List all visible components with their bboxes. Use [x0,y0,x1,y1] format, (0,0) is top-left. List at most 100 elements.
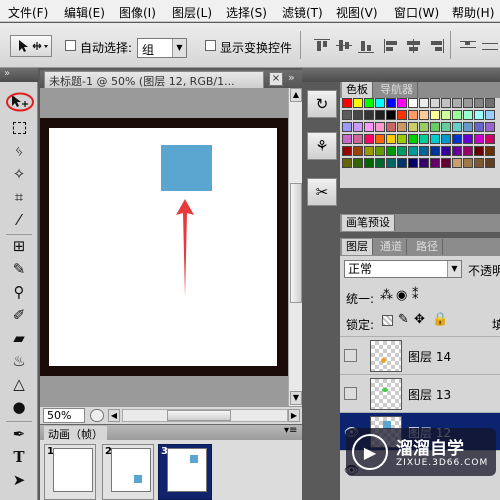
color-swatch[interactable] [397,158,407,168]
color-swatch[interactable] [353,122,363,132]
color-swatch[interactable] [452,158,462,168]
color-swatch[interactable] [408,158,418,168]
color-swatch[interactable] [397,122,407,132]
color-swatch[interactable] [386,146,396,156]
color-swatch[interactable] [342,146,352,156]
color-swatch[interactable] [474,122,484,132]
color-swatch[interactable] [452,122,462,132]
blur-tool[interactable]: △ [8,374,30,394]
tab-navigator[interactable]: 导航器 [376,82,418,98]
color-swatch[interactable] [430,146,440,156]
status-menu-icon[interactable] [90,409,104,422]
color-swatch[interactable] [463,122,473,132]
tab-layers[interactable]: 图层 [342,239,373,255]
align-right-icon[interactable] [428,39,444,53]
menu-file[interactable]: 文件(F) [8,4,48,21]
panel-menu-icon[interactable]: ▾≡ [284,425,297,436]
lock-brush-icon[interactable]: ✎ [398,312,409,327]
color-swatch[interactable] [474,158,484,168]
type-tool[interactable]: T [8,447,30,467]
tool-preset-picker[interactable] [10,35,52,57]
collapse-icon[interactable]: » [4,68,10,79]
close-icon[interactable]: × [269,72,283,86]
visibility-toggle[interactable] [344,387,357,400]
brush-tool[interactable]: ✎ [8,259,30,279]
align-bottom-icon[interactable] [358,39,374,53]
color-swatch[interactable] [452,98,462,108]
color-swatch[interactable] [342,110,352,120]
scroll-left-icon[interactable]: ◀ [108,409,120,422]
crop-tool[interactable]: ⌗ [8,187,30,207]
color-swatch[interactable] [430,122,440,132]
color-swatch[interactable] [485,98,495,108]
menu-image[interactable]: 图像(I) [119,4,156,21]
actions-panel-button[interactable]: ⚘ [307,132,337,160]
history-panel-button[interactable]: ↻ [307,90,337,118]
color-swatch[interactable] [474,98,484,108]
align-hcenter-icon[interactable] [406,39,422,53]
color-swatch[interactable] [408,134,418,144]
eraser-tool[interactable]: ▰ [8,328,30,348]
color-swatch[interactable] [353,146,363,156]
layer-row-13[interactable]: 图层 13 [340,374,500,412]
color-swatch[interactable] [408,146,418,156]
color-swatch[interactable] [364,98,374,108]
color-swatch[interactable] [364,122,374,132]
color-swatch[interactable] [419,146,429,156]
lock-transparent-icon[interactable] [382,315,393,326]
color-swatch[interactable] [441,98,451,108]
color-swatch[interactable] [485,134,495,144]
color-swatch[interactable] [386,98,396,108]
vertical-scrollbar[interactable]: ▲ ▼ [288,88,302,406]
color-swatch[interactable] [474,134,484,144]
auto-select-dropdown[interactable]: 组 ▼ [137,38,187,58]
dodge-tool[interactable]: ● [8,397,30,417]
color-swatch[interactable] [463,146,473,156]
color-swatch[interactable] [474,110,484,120]
healing-brush-tool[interactable]: ⊞ [8,236,30,256]
menu-help[interactable]: 帮助(H) [452,4,494,21]
color-swatch[interactable] [353,158,363,168]
visibility-toggle[interactable] [344,349,357,362]
unify-style-icon[interactable]: ⁑ [412,288,419,303]
tab-paths[interactable]: 路径 [412,239,443,255]
color-swatch[interactable] [430,110,440,120]
align-top-icon[interactable] [314,39,330,53]
menu-edit[interactable]: 编辑(E) [64,4,105,21]
color-swatch[interactable] [485,122,495,132]
color-swatch[interactable] [441,110,451,120]
menu-select[interactable]: 选择(S) [226,4,267,21]
color-swatch[interactable] [386,122,396,132]
color-swatch[interactable] [441,146,451,156]
unify-position-icon[interactable]: ⁂ [380,288,393,303]
auto-select-checkbox[interactable] [65,40,76,51]
color-swatch[interactable] [441,134,451,144]
color-swatch[interactable] [485,158,495,168]
color-swatch[interactable] [419,122,429,132]
color-swatch[interactable] [397,134,407,144]
color-swatch[interactable] [353,134,363,144]
path-select-tool[interactable]: ➤ [8,470,30,490]
color-swatch[interactable] [474,146,484,156]
animation-frame-1[interactable]: 1 [44,444,96,500]
color-swatch[interactable] [419,98,429,108]
horizontal-scrollbar[interactable] [122,409,288,422]
tab-brush-preset[interactable]: 画笔预设 [342,215,395,231]
color-swatch[interactable] [430,134,440,144]
color-swatch[interactable] [375,158,385,168]
zoom-field[interactable]: 50% [43,408,85,423]
lasso-tool[interactable]: ᛃ [8,141,30,161]
color-swatch[interactable] [375,110,385,120]
scroll-down-icon[interactable]: ▼ [290,391,302,405]
marquee-tool[interactable] [8,118,30,138]
color-swatch[interactable] [485,110,495,120]
color-swatch[interactable] [463,134,473,144]
tool-presets-button[interactable]: ✂ [307,178,337,206]
menu-filter[interactable]: 滤镜(T) [282,4,323,21]
panel-menu-icon[interactable]: » [288,71,295,84]
color-swatch[interactable] [353,110,363,120]
animation-frame-2[interactable]: 2 [102,444,154,500]
clone-stamp-tool[interactable]: ⚲ [8,282,30,302]
menu-view[interactable]: 视图(V) [336,4,378,21]
document-tab[interactable]: 未标题-1 @ 50% (图层 12, RGB/1... [44,71,264,88]
